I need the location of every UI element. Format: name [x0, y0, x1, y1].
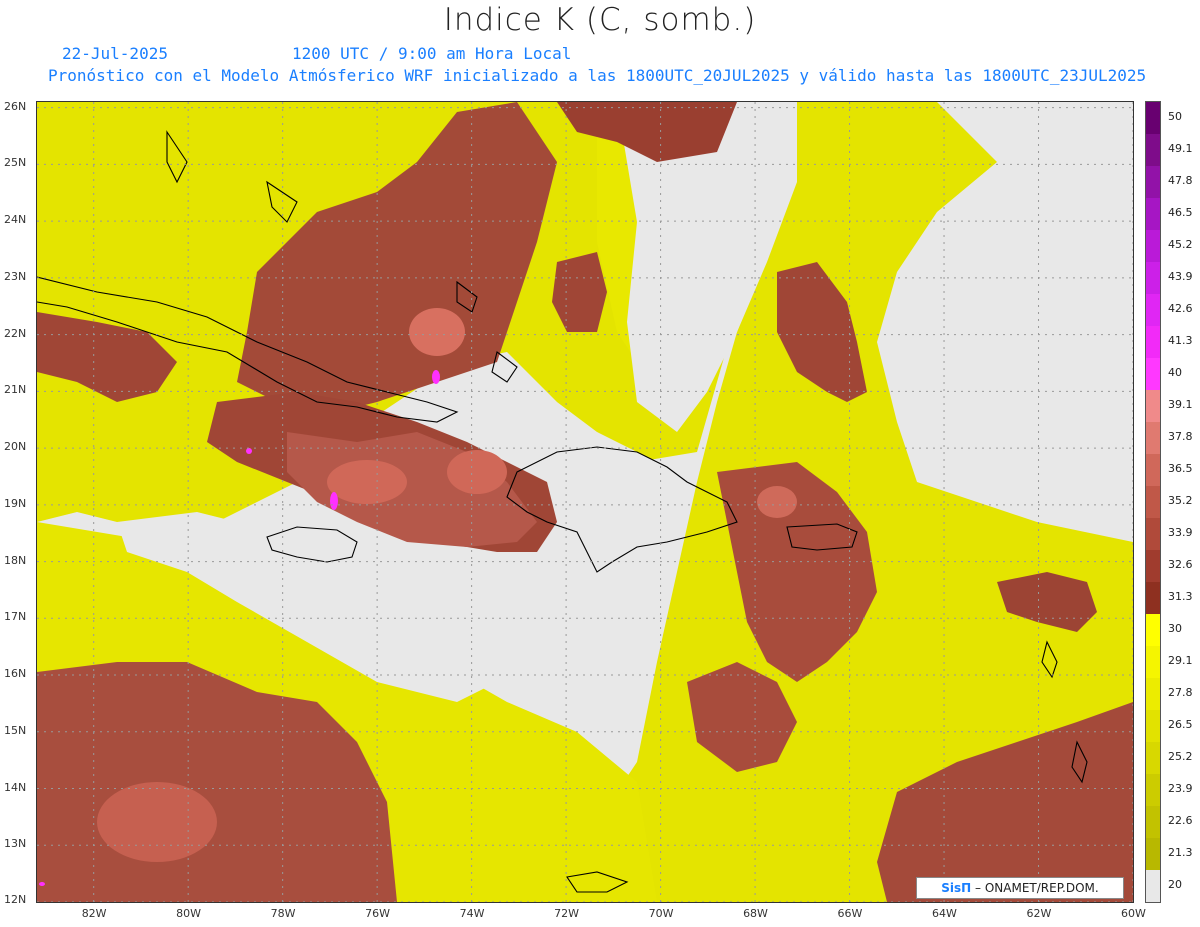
lat-label: 24N [4, 213, 27, 227]
lon-label: 72W [554, 907, 579, 920]
logo-text: – ONAMET/REP.DOM. [971, 881, 1099, 895]
colorbar-label: 22.6 [1168, 814, 1193, 827]
lat-label: 25N [4, 156, 27, 170]
colorbar-segment [1146, 358, 1160, 390]
colorbar-label: 33.9 [1168, 526, 1193, 539]
colorbar-label: 45.2 [1168, 238, 1193, 251]
colorbar-segment [1146, 710, 1160, 742]
subtitle-date-time: 22-Jul-2025 1200 UTC / 9:00 am Hora Local [62, 44, 1162, 63]
colorbar-segment [1146, 774, 1160, 806]
colorbar-label: 50 [1168, 110, 1182, 123]
lat-label: 22N [4, 326, 27, 340]
colorbar-segment [1146, 742, 1160, 774]
lon-label: 62W [1026, 907, 1052, 920]
colorbar-segment [1146, 262, 1160, 294]
field-pink-blob-3 [447, 450, 507, 494]
colorbar-label: 47.8 [1168, 174, 1193, 187]
colorbar-label: 43.9 [1168, 270, 1193, 283]
onamet-logo: SisΠ – ONAMET/REP.DOM. [916, 877, 1124, 899]
colorbar-label: 20 [1168, 878, 1182, 891]
lat-label: 14N [4, 780, 27, 794]
colorbar-segment [1146, 230, 1160, 262]
lon-label: 60W [1121, 907, 1146, 920]
colorbar-segment [1146, 422, 1160, 454]
colorbar-segment [1146, 806, 1160, 838]
colorbar-segment [1146, 166, 1160, 198]
colorbar-label: 37.8 [1168, 430, 1193, 443]
colorbar-label: 32.6 [1168, 558, 1193, 571]
colorbar-label: 49.1 [1168, 142, 1193, 155]
colorbar-segment [1146, 390, 1160, 422]
colorbar-segment [1146, 582, 1160, 614]
lon-label: 82W [81, 907, 107, 920]
colorbar-segment [1146, 454, 1160, 486]
lat-label: 12N [4, 893, 27, 906]
colorbar-label: 27.8 [1168, 686, 1193, 699]
lat-label: 26N [4, 99, 27, 113]
colorbar-label: 46.5 [1168, 206, 1193, 219]
lat-label: 19N [4, 496, 27, 510]
logo-brand: SisΠ [941, 881, 972, 895]
colorbar-label: 30 [1168, 622, 1182, 635]
colorbar-label: 42.6 [1168, 302, 1193, 315]
field-magenta-2 [330, 492, 338, 510]
colorbar-label: 21.3 [1168, 846, 1193, 859]
colorbar-label: 39.1 [1168, 398, 1193, 411]
field-magenta-4 [39, 882, 45, 886]
colorbar-label: 29.1 [1168, 654, 1193, 667]
field-pink-blob-2 [327, 460, 407, 504]
colorbar-label: 36.5 [1168, 462, 1193, 475]
colorbar-segment [1146, 838, 1160, 870]
lat-label: 16N [4, 667, 27, 681]
lat-label: 15N [4, 723, 27, 737]
lat-label: 20N [4, 440, 27, 454]
colorbar-segment [1146, 326, 1160, 358]
colorbar-label: 35.2 [1168, 494, 1193, 507]
k-index-field [37, 102, 1133, 902]
colorbar-segment [1146, 614, 1160, 646]
colorbar-label: 41.3 [1168, 334, 1193, 347]
forecast-time: 1200 UTC / 9:00 am Hora Local [292, 44, 572, 63]
lon-label: 74W [459, 907, 485, 920]
field-magenta-1 [432, 370, 440, 384]
lat-label: 18N [4, 553, 27, 567]
colorbar-segment [1146, 646, 1160, 678]
colorbar-label: 23.9 [1168, 782, 1193, 795]
colorbar-segment [1146, 294, 1160, 326]
colorbar-segment [1146, 486, 1160, 518]
lat-label: 17N [4, 610, 27, 624]
forecast-date: 22-Jul-2025 [62, 44, 168, 63]
lon-label: 78W [270, 907, 296, 920]
chart-title: Indice K (C, somb.) [443, 2, 757, 38]
field-magenta-3 [246, 448, 252, 454]
lon-label: 70W [648, 907, 674, 920]
colorbar-segment [1146, 198, 1160, 230]
colorbar-segment [1146, 102, 1160, 134]
lat-label: 23N [4, 269, 27, 283]
colorbar-label: 31.3 [1168, 590, 1193, 603]
lat-label: 13N [4, 837, 27, 851]
field-pink-blob-1 [409, 308, 465, 356]
map-canvas [37, 102, 1133, 902]
field-pink-blob-5 [97, 782, 217, 862]
colorbar-segment [1146, 870, 1160, 902]
lon-label: 76W [365, 907, 390, 920]
colorbar-segment [1146, 550, 1160, 582]
forecast-map [36, 101, 1134, 903]
colorbar-label: 25.2 [1168, 750, 1193, 763]
field-pink-blob-4 [757, 486, 797, 518]
colorbar-segment [1146, 518, 1160, 550]
colorbar [1145, 101, 1161, 903]
colorbar-segment [1146, 678, 1160, 710]
lon-label: 68W [743, 907, 768, 920]
colorbar-label: 26.5 [1168, 718, 1193, 731]
colorbar-segment [1146, 134, 1160, 166]
forecast-description: Pronóstico con el Modelo Atmósferico WRF… [48, 66, 1147, 85]
colorbar-label: 40 [1168, 366, 1182, 379]
lon-label: 64W [932, 907, 957, 920]
lon-label: 80W [176, 907, 202, 920]
lat-label: 21N [4, 383, 27, 397]
lon-label: 66W [837, 907, 863, 920]
